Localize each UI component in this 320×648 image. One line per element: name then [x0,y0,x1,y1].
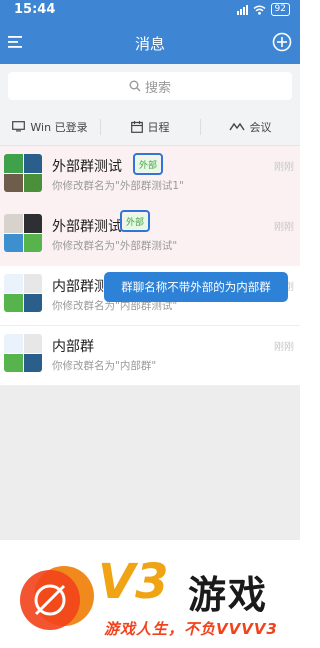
annotation-tooltip: 群聊名称不带外部的为内部群 [104,272,288,302]
signal-icon [236,4,248,15]
chat-name: 外部群测试 [52,159,122,175]
watermark-brand-cn: 游戏 [188,573,269,617]
chat-preview: 你修改群名为"外部群测试" [52,240,178,252]
group-avatar [4,154,42,192]
chat-item-external-2[interactable]: 外部群测试 外部 你修改群名为"外部群测试" 刚刚 [0,206,300,266]
chat-time: 刚刚 [274,342,294,353]
watermark-brand: V3 [98,554,169,610]
quick-item-meeting[interactable]: 会议 [200,108,300,145]
nav-bar: 消息 [0,20,300,64]
status-icons: 92 [236,3,290,16]
quick-item-win-login[interactable]: Win 已登录 [0,108,100,145]
wifi-icon [253,5,266,15]
chat-time: 刚刚 [274,162,294,173]
watermark-logo-icon [20,566,94,630]
chat-list: 外部群测试 外部 你修改群名为"外部群测试1" 刚刚 外部群测试 外部 你修改群… [0,146,300,386]
chat-name: 内部群 [52,339,94,355]
chat-item-external-1[interactable]: 外部群测试 外部 你修改群名为"外部群测试1" 刚刚 [0,146,300,206]
watermark-slogan: 游戏人生，不负VVVV3 [104,620,278,638]
watermark: V3 游戏 游戏人生，不负VVVV3 [0,540,300,648]
group-avatar [4,214,42,252]
chat-preview: 你修改群名为"外部群测试1" [52,180,184,192]
quick-bar: Win 已登录 日程 会议 [0,108,300,146]
quick-item-label: 会议 [249,120,272,134]
group-avatar [4,274,42,312]
status-bar: 15:44 92 [0,0,300,20]
chat-name: 外部群测试 [52,219,122,235]
quick-item-label: 日程 [147,120,170,134]
external-tag: 外部 [122,213,147,229]
status-time: 15:44 [14,2,56,17]
meeting-icon [228,122,245,130]
quick-item-schedule[interactable]: 日程 [100,108,200,145]
search-icon [129,80,141,92]
search-input[interactable]: 搜索 [8,72,292,100]
calendar-icon [130,120,143,133]
monitor-icon [12,121,26,132]
empty-area [0,386,300,540]
chat-item-internal-2[interactable]: 内部群 你修改群名为"内部群" 刚刚 [0,326,300,386]
quick-item-label: Win 已登录 [30,120,88,134]
chat-preview: 你修改群名为"内部群" [52,360,157,372]
chat-time: 刚刚 [274,222,294,233]
group-avatar [4,334,42,372]
search-placeholder: 搜索 [144,80,171,96]
search-area: 搜索 [0,64,300,108]
add-icon[interactable] [272,32,292,52]
page-title: 消息 [134,35,165,53]
battery-indicator: 92 [270,3,290,16]
external-tag-highlight: 外部 [133,153,163,175]
external-tag: 外部 [135,156,160,172]
external-tag-highlight: 外部 [120,210,150,232]
